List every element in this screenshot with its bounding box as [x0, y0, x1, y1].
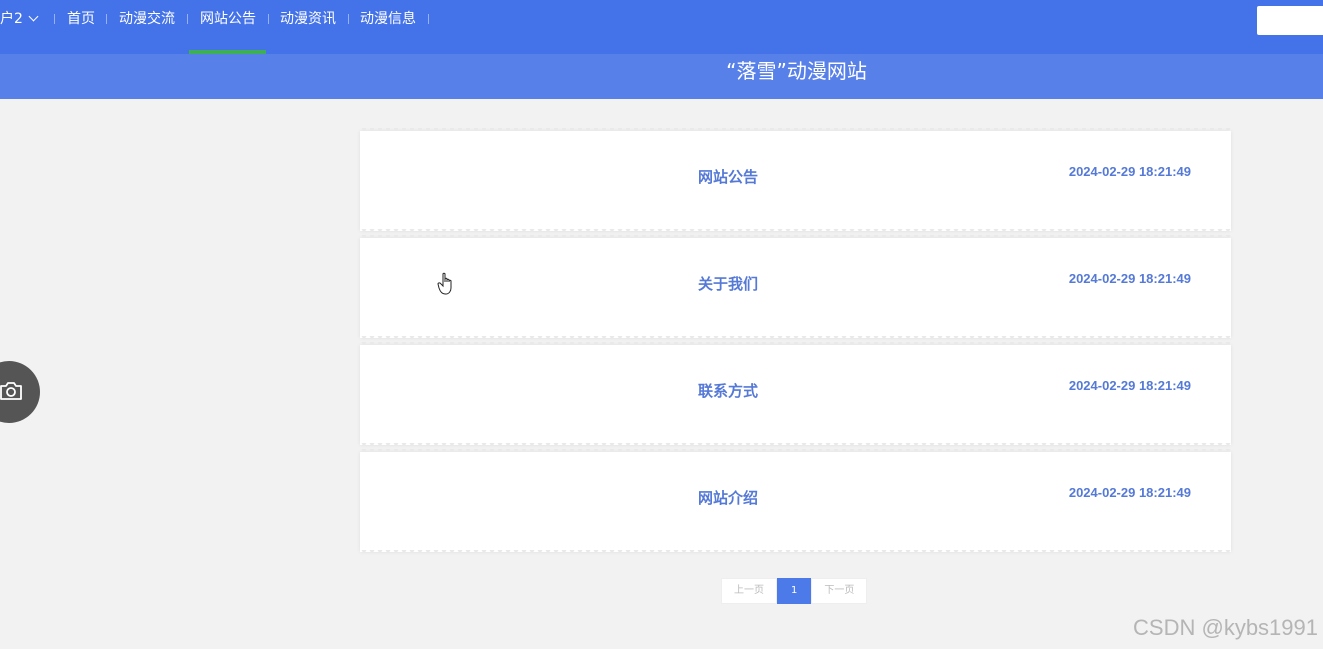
pagination: 上一页 1 下一页 [721, 578, 868, 604]
notice-item[interactable]: 网站公告 2024-02-29 18:21:49 [360, 128, 1231, 234]
notice-time: 2024-02-29 18:21:49 [1068, 378, 1191, 393]
current-page-button[interactable]: 1 [777, 578, 812, 604]
prev-page-button[interactable]: 上一页 [721, 578, 777, 604]
notice-title: 网站公告 [698, 168, 759, 186]
camera-icon [0, 382, 22, 400]
site-title-banner: “落雪”动漫网站 [0, 54, 1323, 99]
chevron-down-icon [28, 11, 39, 22]
nav-separator [54, 14, 55, 24]
site-title: “落雪”动漫网站 [726, 59, 867, 83]
nav-separator [348, 14, 349, 24]
notice-item[interactable]: 联系方式 2024-02-29 18:21:49 [360, 342, 1231, 448]
notice-time: 2024-02-29 18:21:49 [1068, 271, 1191, 286]
notice-list: 网站公告 2024-02-29 18:21:49 关于我们 2024-02-29… [360, 128, 1231, 559]
nav-item-home[interactable]: 首页 [67, 0, 95, 38]
notice-time: 2024-02-29 18:21:49 [1068, 164, 1191, 179]
notice-title: 网站介绍 [698, 489, 759, 507]
notice-time: 2024-02-29 18:21:49 [1068, 485, 1191, 500]
user-menu-label: 户2 [0, 11, 23, 27]
top-navigation: 户2 首页 动漫交流 网站公告 动漫资讯 动漫信息 [0, 0, 1323, 54]
search-input[interactable] [1257, 6, 1323, 35]
notice-title: 关于我们 [698, 275, 759, 293]
hand-cursor-icon [437, 272, 452, 295]
next-page-button[interactable]: 下一页 [811, 578, 868, 604]
notice-item[interactable]: 网站介绍 2024-02-29 18:21:49 [360, 449, 1231, 555]
nav-separator [428, 14, 429, 24]
notice-title: 联系方式 [698, 382, 759, 400]
nav-item-site-notice[interactable]: 网站公告 [200, 0, 256, 38]
watermark: CSDN @kybs1991 [1133, 615, 1318, 640]
nav-item-anime-info[interactable]: 动漫信息 [360, 0, 416, 38]
nav-item-anime-exchange[interactable]: 动漫交流 [119, 0, 175, 38]
nav-item-anime-news[interactable]: 动漫资讯 [280, 0, 336, 38]
user-menu[interactable]: 户2 [0, 0, 39, 38]
nav-separator [187, 14, 188, 24]
notice-item[interactable]: 关于我们 2024-02-29 18:21:49 [360, 235, 1231, 341]
nav-separator [106, 14, 107, 24]
nav-separator [268, 14, 269, 24]
screenshot-button[interactable] [0, 361, 40, 423]
